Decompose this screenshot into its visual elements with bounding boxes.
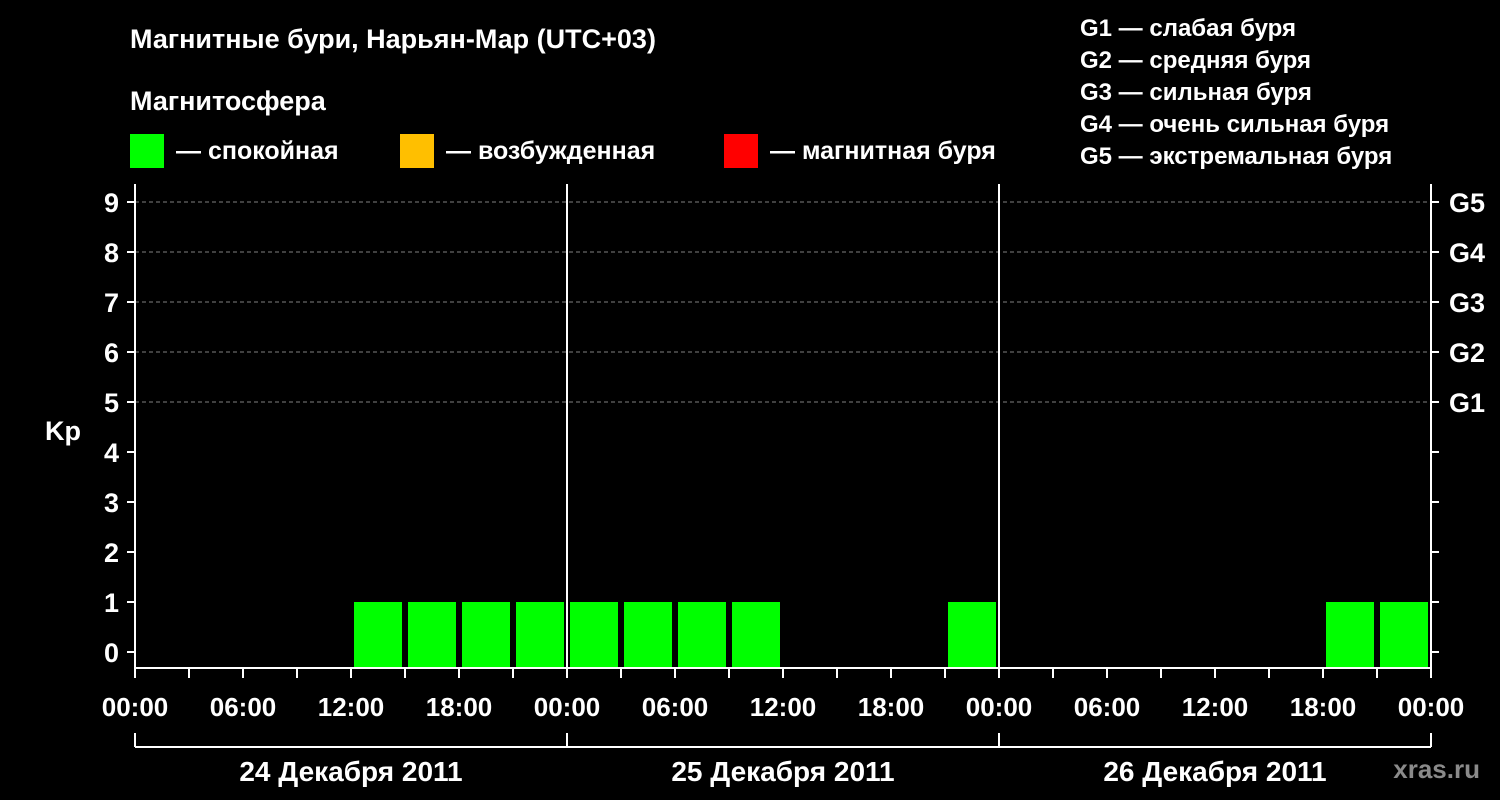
y-tick-label: 0 bbox=[104, 638, 119, 668]
g-level-label: G1 bbox=[1449, 388, 1485, 418]
y-tick-label: 9 bbox=[104, 188, 119, 218]
x-tick-label: 06:00 bbox=[1074, 692, 1141, 722]
g-level-label: G5 bbox=[1449, 188, 1485, 218]
x-tick-label: 18:00 bbox=[858, 692, 925, 722]
day-label: 25 Декабря 2011 bbox=[671, 756, 894, 787]
y-tick-label: 3 bbox=[104, 488, 119, 518]
watermark: xras.ru bbox=[1393, 754, 1480, 784]
kp-bar bbox=[948, 602, 996, 668]
x-tick-label: 00:00 bbox=[534, 692, 601, 722]
x-tick-label: 12:00 bbox=[318, 692, 385, 722]
y-tick-label: 6 bbox=[104, 338, 119, 368]
kp-bar bbox=[678, 602, 726, 668]
kp-bar bbox=[732, 602, 780, 668]
kp-bar bbox=[354, 602, 402, 668]
kp-bar bbox=[1326, 602, 1374, 668]
x-tick-label: 18:00 bbox=[426, 692, 493, 722]
day-label: 26 Декабря 2011 bbox=[1103, 756, 1326, 787]
kp-bar bbox=[408, 602, 456, 668]
x-tick-label: 06:00 bbox=[642, 692, 709, 722]
g-level-label: G2 bbox=[1449, 338, 1485, 368]
x-tick-label: 06:00 bbox=[210, 692, 277, 722]
y-tick-label: 4 bbox=[104, 438, 119, 468]
x-tick-label: 18:00 bbox=[1290, 692, 1357, 722]
kp-bar bbox=[1380, 602, 1428, 668]
y-tick-label: 2 bbox=[104, 538, 119, 568]
x-tick-label: 00:00 bbox=[102, 692, 169, 722]
x-tick-label: 12:00 bbox=[1182, 692, 1249, 722]
kp-bar bbox=[516, 602, 564, 668]
y-tick-label: 5 bbox=[104, 388, 119, 418]
x-tick-label: 00:00 bbox=[1398, 692, 1465, 722]
x-tick-label: 00:00 bbox=[966, 692, 1033, 722]
y-tick-label: 1 bbox=[104, 588, 119, 618]
y-tick-label: 8 bbox=[104, 238, 119, 268]
day-label: 24 Декабря 2011 bbox=[239, 756, 462, 787]
g-level-label: G4 bbox=[1449, 238, 1485, 268]
kp-bar bbox=[462, 602, 510, 668]
x-tick-label: 12:00 bbox=[750, 692, 817, 722]
g-level-label: G3 bbox=[1449, 288, 1485, 318]
y-tick-label: 7 bbox=[104, 288, 119, 318]
kp-chart: 0 1 2 3 4 5 6 7 8 9 G1 G2 G3 G4 G5 Kp 00:00 06:00 12:00 18:… bbox=[45, 184, 1485, 787]
kp-bar bbox=[570, 602, 618, 668]
y-axis-label: Kp bbox=[45, 416, 81, 446]
kp-bar bbox=[624, 602, 672, 668]
